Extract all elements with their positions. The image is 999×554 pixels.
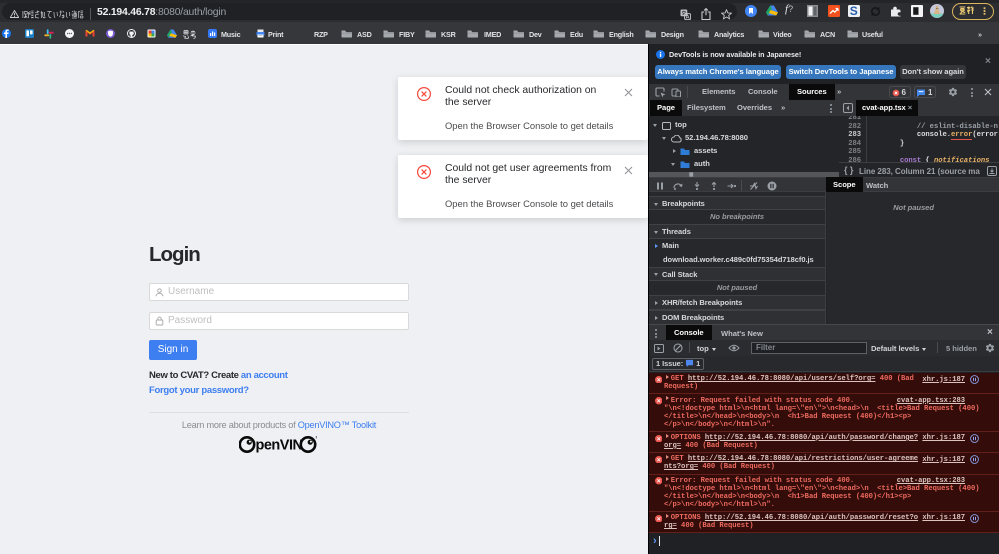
svg-text:penVIN: penVIN xyxy=(256,438,303,454)
svg-text:S: S xyxy=(850,5,858,17)
